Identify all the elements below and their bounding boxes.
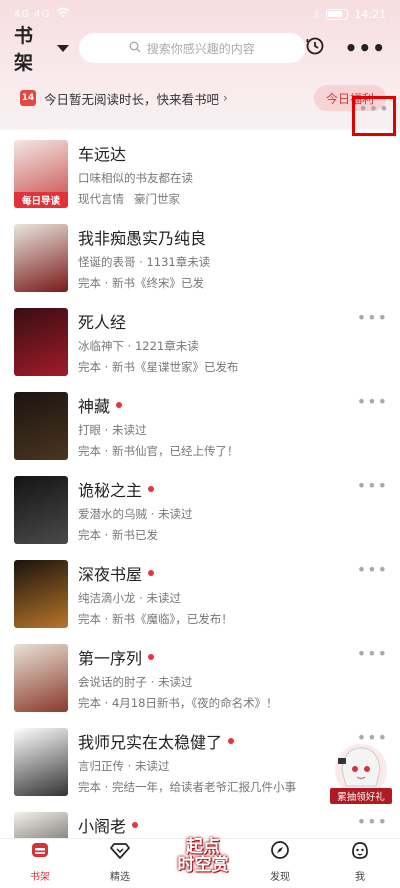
tab-label: 精选 [110, 872, 130, 883]
book-title: 车远达 [78, 142, 193, 164]
book-item[interactable]: 我非痴愚实乃纯良怪诞的表哥 · 1131章未读 完本 · 新书《终宋》已发 [0, 214, 400, 298]
search-icon [129, 41, 141, 56]
book-update-note: 完本 · 新书《星谍世家》已发布 [78, 360, 239, 374]
floating-promo[interactable]: 累抽领好礼 [330, 742, 392, 804]
unread-dot [148, 486, 155, 492]
book-tag[interactable]: 现代言情 [78, 191, 124, 207]
book-more-button[interactable]: ••• [357, 646, 388, 662]
book-cover[interactable]: 每日导读 [14, 140, 68, 208]
book-title-text: 诡秘之主 [78, 481, 143, 500]
book-tags: 现代言情 豪门世家 [78, 191, 193, 207]
calendar-icon: 14 [20, 90, 36, 106]
bookshelf-icon [29, 839, 51, 865]
unread-dot [132, 822, 139, 828]
face-icon [349, 839, 371, 865]
daily-guide-tag: 每日导读 [14, 192, 68, 208]
more-options-icon[interactable]: ••• [345, 38, 386, 58]
highlighted-more-button[interactable]: ••• [352, 96, 396, 136]
book-title: 诡秘之主 [78, 478, 192, 500]
book-item[interactable]: 诡秘之主爱潜水的乌贼 · 未读过 完本 · 新书已发 ••• [0, 466, 400, 550]
book-author-progress: 打眼 · 未读过 [78, 423, 147, 437]
search-input[interactable]: 搜索你感兴趣的内容 [78, 33, 305, 63]
tab-label: 书架 [30, 872, 50, 883]
book-author-progress: 口味相似的书友都在读 [78, 171, 193, 185]
caret-down-icon [56, 44, 69, 52]
book-cover[interactable] [14, 308, 68, 376]
tab-me[interactable]: 我 [320, 839, 400, 888]
book-title-text: 深夜书屋 [78, 565, 143, 584]
float-badge-label: 累抽领好礼 [330, 788, 392, 804]
book-more-button[interactable]: ••• [357, 394, 388, 410]
book-author-progress: 言归正传 · 未读过 [78, 759, 170, 773]
page-title: 书架 [14, 25, 34, 74]
book-item[interactable]: 每日导读 车远达口味相似的书友都在读 现代言情 豪门世家 [0, 130, 400, 214]
book-title-text: 我非痴愚实乃纯良 [78, 229, 207, 248]
unread-dot [228, 738, 235, 744]
battery-icon [326, 8, 349, 20]
book-title: 神藏 [78, 394, 238, 416]
book-title: 深夜书屋 [78, 562, 233, 584]
book-author-progress: 纯洁滴小龙 · 未读过 [78, 591, 181, 605]
book-title-text: 车远达 [78, 145, 127, 164]
unread-dot [116, 402, 123, 408]
book-title: 我师兄实在太稳健了 [78, 730, 296, 752]
book-title-text: 死人经 [78, 313, 127, 332]
book-cover[interactable] [14, 392, 68, 460]
wifi-icon [56, 7, 70, 21]
bluetooth-icon: ᛒ [313, 7, 321, 21]
book-title: 小阁老 [78, 814, 169, 836]
tab-label: 发现 [270, 872, 290, 883]
unread-dot [148, 570, 155, 576]
tab-bookshelf[interactable]: 书架 [0, 839, 80, 888]
book-update-note: 完本 · 4月18日新书，《夜的命名术》！ [78, 696, 278, 710]
compass-icon [269, 839, 291, 865]
book-author-progress: 会说话的肘子 · 未读过 [78, 675, 193, 689]
book-update-note: 完本 · 新书已发 [78, 528, 158, 542]
book-author-progress: 怪诞的表哥 · 1131章未读 [78, 255, 211, 269]
book-title: 我非痴愚实乃纯良 [78, 226, 210, 248]
book-item[interactable]: 神藏打眼 · 未读过完本 · 新书仙官，已经上传了！ ••• [0, 382, 400, 466]
book-more-button[interactable]: ••• [357, 310, 388, 326]
tab-label: 我 [355, 872, 365, 883]
book-update-note: 完本 · 新书仙官，已经上传了！ [78, 444, 239, 458]
book-item[interactable]: 第一序列会说话的肘子 · 未读过完本 · 4月18日新书，《夜的命名术》！ ••• [0, 634, 400, 718]
book-cover[interactable] [14, 644, 68, 712]
book-title-text: 第一序列 [78, 649, 143, 668]
book-author-progress: 冰临神下 · 1221章未读 [78, 339, 199, 353]
book-update-note: 完本 · 新书《魔临》，已发布！ [78, 612, 233, 626]
book-title: 第一序列 [78, 646, 278, 668]
book-cover[interactable] [14, 476, 68, 544]
book-tag[interactable]: 豪门世家 [134, 191, 180, 207]
notice-text: 今日暂无阅读时长，快来看书吧 [44, 91, 220, 107]
book-cover[interactable] [14, 224, 68, 292]
history-icon[interactable] [305, 36, 325, 60]
bookshelf-switch[interactable]: 书架 [14, 21, 69, 75]
book-title-text: 我师兄实在太稳健了 [78, 733, 223, 752]
tab-discover[interactable]: 发现 [240, 839, 320, 888]
book-item[interactable]: 死人经冰临神下 · 1221章未读完本 · 新书《星谍世家》已发布 ••• [0, 298, 400, 382]
book-title-text: 小阁老 [78, 817, 127, 836]
book-cover[interactable] [14, 560, 68, 628]
diamond-icon [109, 839, 131, 865]
book-author-progress: 爱潜水的乌贼 · 未读过 [78, 507, 193, 521]
book-cover[interactable] [14, 728, 68, 796]
status-time: 14:21 [354, 7, 386, 21]
promo-line-2: 时空赏 [177, 855, 229, 875]
book-update-note: 完本 · 新书《终宋》已发 [78, 276, 204, 290]
book-more-button[interactable]: ••• [357, 478, 388, 494]
space-time-reward-promo[interactable]: 起点 时空赏 [166, 830, 240, 884]
chevron-right-icon: › [223, 91, 228, 105]
tab-featured[interactable]: 精选 [80, 839, 160, 888]
book-title: 死人经 [78, 310, 238, 332]
book-update-note: 完本 · 完结一年，给读者老爷汇报几件小事 [78, 780, 296, 794]
book-item[interactable]: 深夜书屋纯洁滴小龙 · 未读过完本 · 新书《魔临》，已发布！ ••• [0, 550, 400, 634]
book-more-button[interactable]: ••• [357, 562, 388, 578]
book-more-button[interactable]: ••• [357, 814, 388, 830]
search-placeholder: 搜索你感兴趣的内容 [146, 41, 255, 56]
unread-dot [148, 654, 155, 660]
header: 书架 搜索你感兴趣的内容 ••• [0, 25, 400, 74]
signal-indicator: 4G 4G [14, 8, 51, 20]
book-title-text: 神藏 [78, 397, 111, 416]
reading-notice[interactable]: 14 今日暂无阅读时长，快来看书吧 › 今日福利 [10, 80, 390, 116]
